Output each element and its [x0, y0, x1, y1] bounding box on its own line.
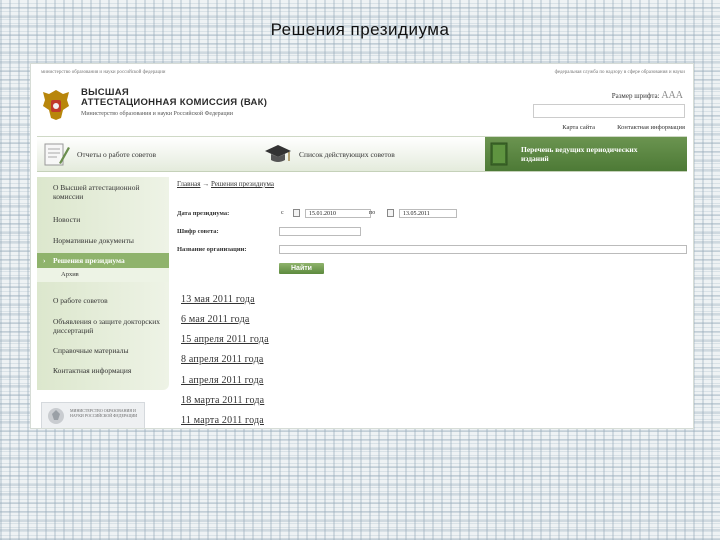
sidebar-item-reference[interactable]: Справочные материалы — [37, 346, 169, 355]
federal-service-line: федеральная служба по надзору в сфере об… — [554, 70, 685, 75]
sidebar-item-label: Решения президиума — [53, 256, 125, 265]
sidebar-item-news[interactable]: Новости — [37, 215, 169, 224]
cipher-input[interactable] — [279, 227, 361, 236]
contacts-link[interactable]: Контактная информация — [617, 124, 685, 131]
breadcrumb-arrow: → — [202, 180, 210, 188]
book-icon — [490, 142, 508, 166]
sitemap-link[interactable]: Карта сайта — [562, 124, 595, 131]
date-to-input[interactable]: 13.05.2011 — [399, 209, 457, 218]
org-name-input[interactable] — [279, 245, 687, 254]
calendar-icon[interactable] — [293, 209, 300, 217]
calendar-icon[interactable] — [387, 209, 394, 217]
org-label: Название организации: — [177, 246, 247, 253]
org-name-line2: АТТЕСТАЦИОННАЯ КОМИССИЯ (ВАК) — [81, 97, 268, 108]
menu-item-councils[interactable]: Список действующих советов — [263, 137, 395, 171]
main-menu: Отчеты о работе советов Список действующ… — [37, 136, 687, 172]
slide-title: Решения президиума — [270, 20, 450, 39]
date-from-label: с — [281, 210, 284, 216]
date-from-input[interactable]: 15.01.2010 — [305, 209, 371, 218]
font-size-options[interactable]: AAA — [661, 90, 683, 101]
ministry-banner[interactable]: МИНИСТЕРСТВО ОБРАЗОВАНИЯ И НАУКИ РОССИЙС… — [41, 402, 145, 428]
breadcrumb: Главная → Решения президиума — [177, 180, 274, 188]
arrow-right-icon: › — [43, 256, 46, 265]
org-name[interactable]: ВЫСШАЯ АТТЕСТАЦИОННАЯ КОМИССИЯ (ВАК) — [81, 88, 267, 108]
coat-of-arms-icon — [43, 90, 69, 120]
cipher-label: Шифр совета: — [177, 228, 219, 235]
ministry-banner-text: МИНИСТЕРСТВО ОБРАЗОВАНИЯ И НАУКИ РОССИЙС… — [70, 408, 138, 418]
result-link[interactable]: 11 марта 2011 года — [181, 415, 264, 426]
date-label: Дата президиума: — [177, 210, 230, 217]
result-link[interactable]: 8 апреля 2011 года — [181, 354, 264, 365]
graduation-cap-icon — [265, 145, 291, 162]
menu-label-reports: Отчеты о работе советов — [77, 149, 157, 159]
breadcrumb-current[interactable]: Решения президиума — [211, 180, 274, 188]
menu-label-journals: Перечень ведущих периодических изданий — [521, 145, 638, 163]
emblem-icon — [48, 408, 64, 424]
sidebar: О Высшей аттестационной комиссии Новости… — [37, 177, 169, 390]
breadcrumb-home[interactable]: Главная — [177, 180, 201, 188]
font-size-label: Размер шрифта: — [611, 92, 660, 100]
sidebar-item-council-work[interactable]: О работе советов — [37, 296, 169, 305]
sidebar-item-about[interactable]: О Высшей аттестационной комиссии — [37, 183, 169, 201]
sidebar-item-contacts[interactable]: Контактная информация — [37, 366, 169, 375]
org-subtitle: Министерство образования и науки Российс… — [81, 111, 233, 117]
document-pen-icon — [44, 143, 70, 166]
header-links: Карта сайта Контактная информация — [562, 124, 685, 131]
sidebar-item-presidium-decisions[interactable]: › Решения президиума — [37, 253, 169, 268]
sidebar-item-normative-docs[interactable]: Нормативные документы — [37, 236, 169, 245]
menu-item-reports[interactable]: Отчеты о работе советов — [41, 137, 156, 171]
result-link[interactable]: 13 мая 2011 года — [181, 294, 255, 305]
sidebar-item-defense-announcements[interactable]: Объявления о защите докторских диссертац… — [37, 317, 169, 335]
ministry-line: министерство образования и науки российс… — [41, 70, 166, 75]
menu-label-councils: Список действующих советов — [299, 149, 395, 159]
search-input[interactable] — [533, 104, 685, 118]
result-link[interactable]: 6 мая 2011 года — [181, 314, 250, 325]
result-link[interactable]: 1 апреля 2011 года — [181, 375, 264, 386]
result-link[interactable]: 15 апреля 2011 года — [181, 334, 269, 345]
search-button[interactable]: Найти — [279, 263, 324, 274]
browser-screenshot: министерство образования и науки российс… — [30, 63, 694, 429]
result-link[interactable]: 18 марта 2011 года — [181, 395, 264, 406]
font-size-control: Размер шрифта: AAA — [612, 90, 683, 101]
sidebar-subitem-archive[interactable]: Архив — [37, 268, 169, 282]
date-to-label: по — [369, 210, 376, 216]
menu-item-journals[interactable]: Перечень ведущих периодических изданий — [485, 137, 687, 171]
